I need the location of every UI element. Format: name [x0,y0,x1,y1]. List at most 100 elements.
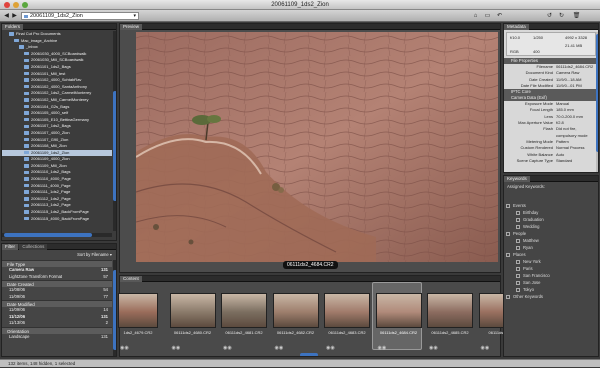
thumbnail-image[interactable] [324,293,370,328]
metadata-scroll-thumb[interactable] [596,34,598,152]
keyword-checkbox[interactable] [516,259,520,264]
keyword-group[interactable]: Places [506,251,596,258]
keyword-item[interactable]: Ryan [506,244,596,251]
keyword-checkbox[interactable] [506,294,510,299]
folder-tree-item[interactable]: 20061030_Mill_SCBoardwalk [2,57,112,64]
folder-tree-item[interactable]: _inbox [2,44,112,51]
folder-tree-item[interactable]: Final Cut Pro Documents [2,31,112,38]
filter-icon[interactable]: ⌂ [472,12,479,20]
thumbnail-image[interactable] [221,293,267,328]
minimize-window-button[interactable] [13,2,19,8]
filter-section-header[interactable]: Date Modified [2,300,112,307]
folder-tree-item[interactable]: 20061102_Mill_CarmelMonterey [2,97,112,104]
thumbnail-badge-icon[interactable]: ◉◉ [429,345,438,351]
filter-section-header[interactable]: Orientation [2,326,112,334]
folder-tree-item[interactable]: 20061115_1ds2_BackFromPage [2,209,112,216]
keyword-checkbox[interactable] [516,287,520,292]
forward-arrow-icon[interactable]: ▶ [11,12,18,20]
keyword-checkbox[interactable] [516,238,520,243]
tab-metadata[interactable]: Metadata [504,24,529,30]
folder-tree-item[interactable]: 20061109_Mill_Zion [2,163,112,170]
folder-scrollbar[interactable] [113,31,116,231]
thumbnail-badge-icon[interactable]: ◉◉ [481,345,490,351]
folder-tree-item[interactable]: 20061101_1ds2_Bags [2,64,112,71]
thumbnail-badge-icon[interactable]: ◉◉ [275,345,284,351]
tab-content[interactable]: Content [120,276,142,282]
keyword-item[interactable]: Birthday [506,209,596,216]
keyword-checkbox[interactable] [516,217,520,222]
folder-path-select[interactable]: 20061109_1ds2_Zion ▾ [21,12,139,20]
zoom-window-button[interactable] [22,2,28,8]
keyword-checkbox[interactable] [516,266,520,271]
thumbnail-image[interactable] [169,293,216,328]
folder-tree-item[interactable]: 20061107_4000_Zion [2,130,112,137]
folder-tree-item[interactable]: 20061102_4000_SchtabRav [2,77,112,84]
thumbnail-image[interactable] [272,293,319,328]
metadata-scrollbar[interactable] [596,32,598,172]
folder-tree-item[interactable]: 20061115_4000_BackFromPage [2,216,112,223]
thumbnail-image[interactable] [375,293,422,328]
folder-hscrollbar[interactable] [2,233,112,237]
filter-section-header[interactable]: Date Created [2,280,112,287]
sort-by-menu[interactable]: Sort by Filename ▾ [77,252,112,257]
folder-tree-item[interactable]: 20061102_4000_SantaAnthony [2,84,112,91]
tab-preview[interactable]: Preview [120,24,143,30]
keyword-checkbox[interactable] [516,273,520,278]
folder-tree-item[interactable]: 20061110_4000_Page [2,176,112,183]
thumbnail-badge-icon[interactable]: ◉◉ [326,345,335,351]
keyword-checkbox[interactable] [516,245,520,250]
rotate-left-icon[interactable]: ↶ [496,12,503,20]
folder-tree-item[interactable]: Mac_image_Archive [2,38,112,45]
keyword-item[interactable]: Graduation [506,216,596,223]
filter-scrollbar[interactable] [113,260,116,356]
keyword-item[interactable]: Matthew [506,237,596,244]
folder-tree-item[interactable]: 20061102_1ds2_CarmelMonterey [2,90,112,97]
folder-hscroll-thumb[interactable] [4,233,92,237]
filter-scroll-thumb[interactable] [113,270,116,350]
folder-tree-item[interactable]: 20061107_1ds2_Bags [2,123,112,130]
filter-section-header[interactable]: File Type [2,260,112,267]
keyword-checkbox[interactable] [516,210,520,215]
folder-tree-item[interactable]: 20061111_4000_Page [2,183,112,190]
trash-icon[interactable]: 🗑 [572,12,581,20]
folder-tree-item[interactable]: 20061107_G90_Zion [2,137,112,144]
folder-tree-item[interactable]: 20061110_1ds2_Bags [2,169,112,176]
keyword-checkbox[interactable] [506,231,510,236]
folder-tree-item[interactable]: 20061112_1ds2_Page [2,196,112,203]
keyword-item[interactable]: Tokyo [506,286,596,293]
back-arrow-icon[interactable]: ◀ [3,12,10,20]
folder-tree-item[interactable]: 20061030_4000_SCBoardwalk [2,51,112,58]
tab-filter[interactable]: Filter [2,244,18,250]
new-folder-icon[interactable]: ▭ [484,12,491,20]
folder-tree-item[interactable]: 20061108_Mill_Zion [2,143,112,150]
folder-tree-item[interactable]: 20061105_E10_BettinaGermany [2,117,112,124]
keyword-item[interactable]: Paris [506,265,596,272]
folder-tree-item[interactable]: 20061109_1ds2_Zion [2,149,112,157]
keyword-item[interactable]: Wedding [506,223,596,230]
close-window-button[interactable] [4,2,10,8]
rotate-ccw-icon[interactable]: ↺ [546,12,553,20]
keyword-item[interactable]: New York [506,258,596,265]
tab-keywords[interactable]: Keywords [504,176,530,182]
camera-data-header[interactable]: Camera Data (Exif) [504,95,596,102]
keyword-checkbox[interactable] [506,203,510,208]
content-hscroll-thumb[interactable] [300,353,318,356]
thumbnail-image[interactable] [427,293,473,328]
folder-tree-item[interactable]: 20061113_1ds2_Page [2,202,112,209]
keyword-group[interactable]: Other Keywords [506,293,596,300]
folder-tree-item[interactable]: 20061109_4000_Zion [2,156,112,163]
keyword-item[interactable]: San Francisco [506,272,596,279]
tab-collections[interactable]: Collections [19,244,48,250]
keyword-group[interactable]: Events [506,202,596,209]
thumbnail-image[interactable] [118,293,158,328]
file-properties-header[interactable]: File Properties [504,58,596,64]
thumbnail-badge-icon[interactable]: ◉◉ [120,345,129,351]
tab-folders[interactable]: Folders [2,24,24,30]
folder-tree-item[interactable]: 20061111_1ds2_Page [2,189,112,196]
folder-tree-item[interactable]: 20061105_4000_self [2,110,112,117]
folder-tree-item[interactable]: 20061101_Mill_test [2,71,112,78]
keyword-checkbox[interactable] [506,252,510,257]
keyword-checkbox[interactable] [516,224,520,229]
folder-tree-item[interactable]: 20061104_G2s_Bags [2,104,112,111]
thumbnail-badge-icon[interactable]: ◉◉ [223,345,232,351]
